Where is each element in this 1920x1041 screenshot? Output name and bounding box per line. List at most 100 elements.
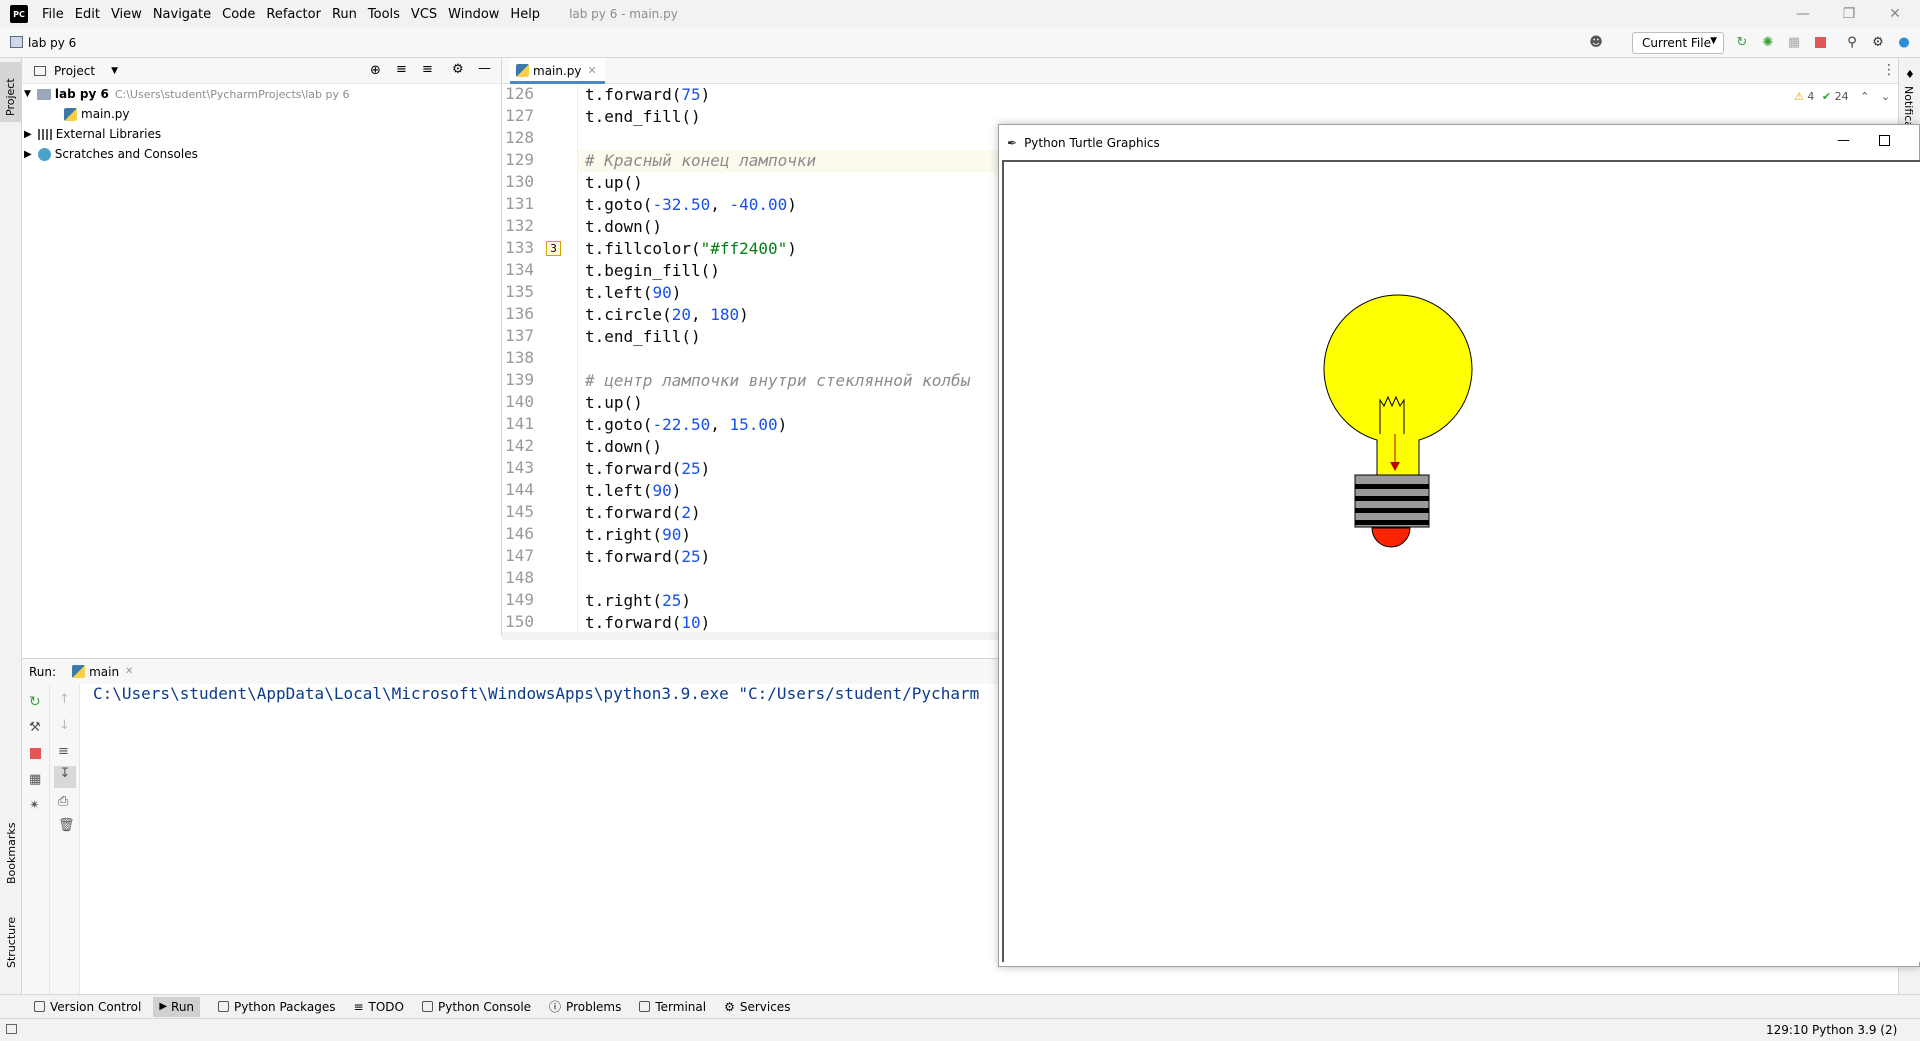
search-icon[interactable]: ⚲	[1844, 34, 1860, 50]
python-interpreter[interactable]: Python 3.9 (2)	[1812, 1023, 1897, 1037]
locate-file-icon[interactable]: ⊕	[370, 63, 381, 78]
chevron-up-icon[interactable]: ⌃	[1860, 90, 1869, 103]
jetbrains-ai-icon[interactable]: ●	[1896, 34, 1912, 50]
structure-tool-label[interactable]: Structure	[5, 917, 18, 968]
menu-help[interactable]: Help	[510, 7, 540, 22]
soft-wrap-icon[interactable]: ≡	[58, 744, 69, 759]
menu-code[interactable]: Code	[222, 7, 255, 22]
menu-window[interactable]: Window	[448, 7, 499, 22]
tool-python-packages[interactable]: Python Packages	[218, 1000, 335, 1014]
line-number: 132	[505, 216, 534, 235]
tree-item-main-py[interactable]: main.py	[64, 104, 130, 124]
project-panel-title[interactable]: Project	[54, 64, 95, 78]
menu-edit[interactable]: Edit	[75, 7, 100, 22]
hide-panel-icon[interactable]: —	[478, 61, 491, 76]
menu-navigate[interactable]: Navigate	[153, 7, 211, 22]
chevron-down-icon[interactable]: ▼	[111, 66, 118, 76]
minimize-icon[interactable]: —	[1780, 0, 1826, 28]
print-icon[interactable]: ⎙	[58, 794, 68, 809]
tree-item-external-libraries[interactable]: ▶ External Libraries	[24, 124, 161, 144]
menu-view[interactable]: View	[111, 7, 142, 22]
run-tab-main[interactable]: main	[89, 665, 119, 679]
collapse-all-icon[interactable]: ≡	[422, 62, 433, 77]
expand-all-icon[interactable]: ≡	[396, 62, 407, 77]
line-number: 137	[505, 326, 534, 345]
tool-services[interactable]: ⚙ Services	[724, 1000, 790, 1014]
title-bar: PC File Edit View Navigate Code Refactor…	[0, 0, 1920, 28]
close-icon[interactable]: ✕	[1872, 0, 1918, 28]
line-number: 139	[505, 370, 534, 389]
packages-icon	[218, 1001, 230, 1012]
stop-icon[interactable]	[1812, 34, 1828, 50]
coverage-icon[interactable]: ▦	[1786, 34, 1802, 50]
menu-vcs[interactable]: VCS	[411, 7, 437, 22]
stop-icon[interactable]	[30, 748, 41, 759]
tree-item-project-root[interactable]: ▼ lab py 6 C:\Users\student\PycharmProje…	[24, 84, 350, 104]
inspection-widget[interactable]: ⚠ 4 ✔ 24 ⌃ ⌄	[1794, 90, 1890, 103]
main-menu: File Edit View Navigate Code Refactor Ru…	[42, 7, 551, 22]
code-editor[interactable]: t.forward(75) t.end_fill() # Красный конец…	[578, 84, 998, 632]
gutter-badge[interactable]: 3	[546, 241, 561, 256]
ok-count: 24	[1834, 90, 1849, 103]
minimize-icon[interactable]: —	[1837, 133, 1850, 148]
user-icon[interactable]: ☻	[1588, 34, 1604, 50]
chevron-down-icon[interactable]: ⌄	[1881, 90, 1890, 103]
caret-position[interactable]: 129:10	[1766, 1023, 1808, 1037]
bell-icon[interactable]: ♦	[1905, 68, 1915, 81]
run-console[interactable]: C:\Users\student\AppData\Local\Microsoft…	[80, 684, 998, 994]
code-line: t.left(90)	[585, 481, 682, 500]
rerun-icon[interactable]: ↻	[1734, 34, 1750, 50]
feather-icon: ✒	[1007, 135, 1018, 150]
code-line: t.end_fill()	[585, 107, 701, 126]
close-tab-icon[interactable]: ✕	[588, 64, 597, 77]
tab-main-py[interactable]: main.py ✕	[510, 58, 605, 84]
tree-item-scratches[interactable]: ▶ Scratches and Consoles	[24, 144, 198, 164]
restore-icon[interactable]: ❐	[1826, 0, 1872, 28]
wrench-icon[interactable]: ⚒	[29, 720, 41, 735]
menu-tools[interactable]: Tools	[368, 7, 400, 22]
tool-problems[interactable]: ⓘ Problems	[549, 998, 621, 1015]
tool-run[interactable]: ▶ Run	[153, 996, 201, 1017]
code-line: t.up()	[585, 393, 643, 412]
close-tab-icon[interactable]: ✕	[125, 666, 133, 677]
project-panel: Project ▼ ⊕ ≡ ≡ ⚙ — ▼ lab py 6 C:\Users\…	[22, 58, 502, 636]
navigation-bar: lab py 6 ☻ Current File ▼ ↻ ✺ ▦ ⚲ ⚙ ●	[0, 28, 1920, 58]
gear-icon[interactable]: ⚙	[1870, 34, 1886, 50]
menu-run[interactable]: Run	[332, 7, 357, 22]
layout-icon[interactable]: ▦	[29, 772, 41, 787]
console-output-line: C:\Users\student\AppData\Local\Microsoft…	[93, 684, 980, 703]
debug-icon[interactable]: ✺	[1760, 34, 1776, 50]
code-line: t.forward(75)	[585, 85, 711, 104]
menu-refactor[interactable]: Refactor	[266, 7, 321, 22]
tool-python-console[interactable]: Python Console	[421, 1000, 531, 1014]
more-options-icon[interactable]: ⋮	[1882, 62, 1896, 78]
line-number: 141	[505, 414, 534, 433]
layout-toggle-icon[interactable]	[6, 1024, 17, 1034]
editor-tab-bar-extension: ⋮	[998, 58, 1920, 84]
scroll-to-end-icon[interactable]: ↧	[54, 766, 76, 788]
tool-todo[interactable]: ≡ TODO	[353, 1000, 404, 1014]
line-number: 128	[505, 128, 534, 147]
tool-terminal[interactable]: Terminal	[639, 1000, 706, 1014]
tool-version-control[interactable]: Version Control	[34, 1000, 141, 1014]
rerun-icon[interactable]: ↻	[29, 694, 41, 710]
trash-icon[interactable]: 🗑	[58, 818, 75, 833]
run-toolbar-secondary: ↑ ↓ ≡ ↧ ⎙ 🗑	[50, 684, 80, 994]
menu-file[interactable]: File	[42, 7, 64, 22]
run-configuration-select[interactable]: Current File ▼	[1632, 32, 1724, 54]
arrow-down-icon[interactable]: ↓	[59, 718, 70, 733]
bookmarks-tool-label[interactable]: Bookmarks	[5, 823, 18, 884]
maximize-icon[interactable]	[1879, 135, 1890, 146]
terminal-icon	[639, 1001, 651, 1012]
line-number: 131	[505, 194, 534, 213]
editor-horizontal-scrollbar[interactable]	[502, 632, 998, 640]
pin-icon[interactable]: ✴	[29, 798, 40, 813]
turtle-graphics-window[interactable]: ✒ Python Turtle Graphics —	[998, 124, 1920, 967]
arrow-up-icon[interactable]: ↑	[59, 692, 70, 707]
code-line: t.right(90)	[585, 525, 691, 544]
project-folder-icon	[10, 36, 23, 48]
scratches-icon	[37, 147, 51, 161]
gear-icon[interactable]: ⚙	[452, 62, 464, 77]
breadcrumb-project[interactable]: lab py 6	[28, 36, 76, 50]
project-tool-button[interactable]: Project	[0, 62, 21, 122]
